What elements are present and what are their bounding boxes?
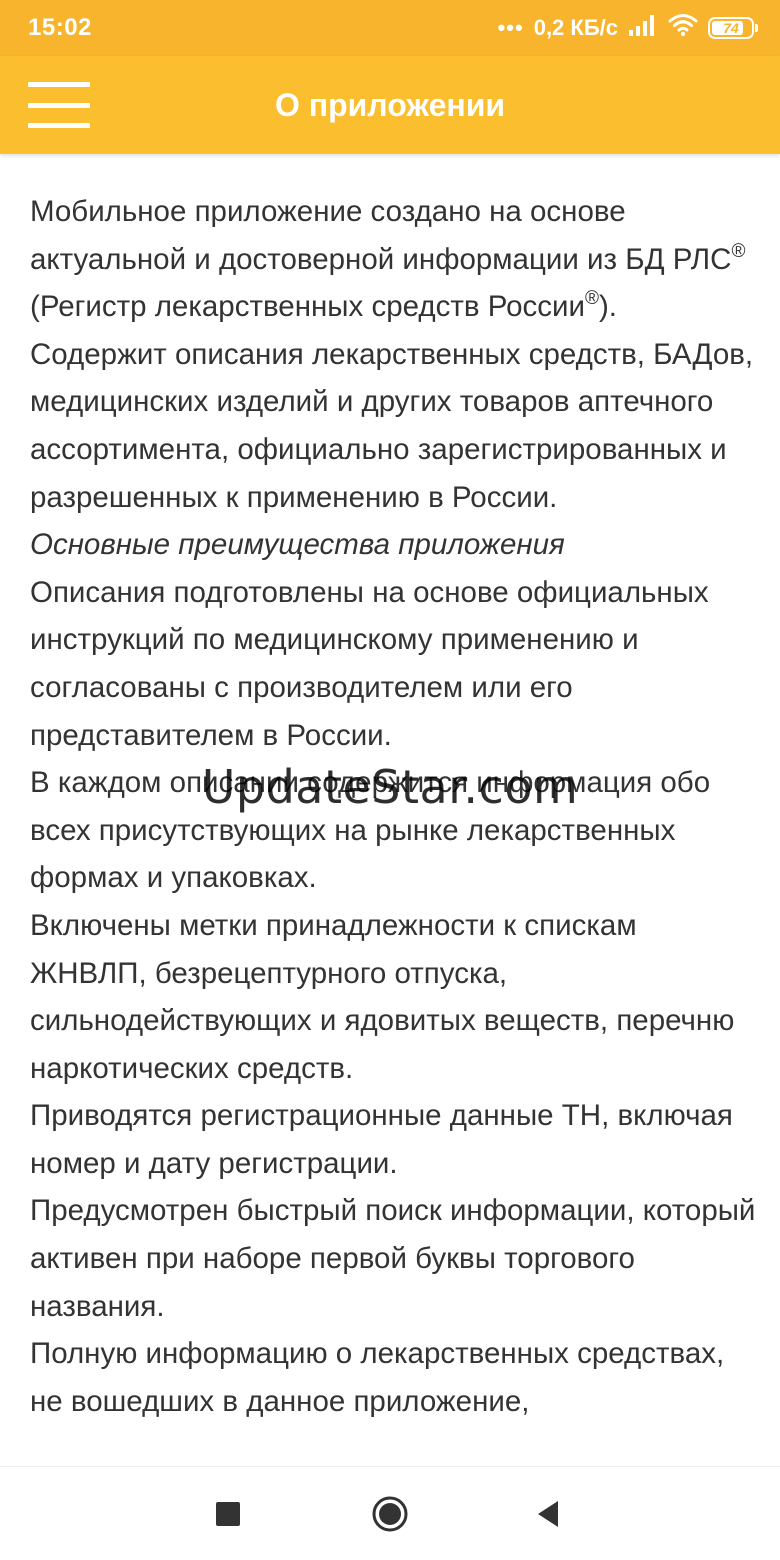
registered-mark: ® [731, 240, 746, 262]
intro-paragraph: Мобильное приложение создано на основе а… [30, 188, 760, 521]
page-title: О приложении [274, 87, 506, 123]
content-paragraph: Приводятся регистрационные данные ТН, вк… [30, 1099, 733, 1180]
app-bar: О приложении [0, 56, 780, 154]
menu-line [28, 123, 90, 128]
content-paragraph: Включены метки принадлежности к спискам … [30, 908, 735, 1085]
battery-level: 74 [723, 20, 739, 36]
intro-text-2: (Регистр лекарственных средств России [30, 290, 585, 324]
notification-dots: ••• [497, 15, 524, 40]
content-paragraph: В каждом описании содержится информация … [30, 766, 711, 895]
home-icon[interactable] [345, 1467, 435, 1560]
navigation-bar [0, 1466, 780, 1560]
status-time: 15:02 [28, 14, 92, 41]
content-paragraph: Полную информацию о лекарственных средст… [30, 1337, 725, 1418]
registered-mark: ® [584, 288, 599, 310]
menu-line [28, 82, 90, 87]
status-bar: 15:02 ••• 0,2 КБ/с 74 [0, 0, 780, 56]
intro-text-3: ). Содержит описания лекарственных средс… [30, 290, 754, 514]
content-paragraph: Описания подготовлены на основе официаль… [30, 575, 709, 752]
hamburger-menu-icon[interactable] [28, 82, 90, 128]
network-speed: 0,2 КБ/с [533, 15, 618, 40]
back-icon[interactable] [503, 1467, 593, 1560]
battery-icon: 74 [708, 17, 758, 39]
square-shape [216, 1502, 240, 1526]
battery-nub [755, 24, 758, 32]
intro-text-1: Мобильное приложение создано на основе а… [30, 195, 732, 276]
status-indicators: ••• 0,2 КБ/с 74 [497, 13, 758, 43]
signal-icon [628, 13, 658, 43]
advantages-heading: Основные преимущества приложения [30, 528, 565, 562]
recent-apps-icon[interactable] [183, 1467, 273, 1560]
content-paragraph: Предусмотрен быстрый поиск информации, к… [30, 1194, 756, 1323]
menu-line [28, 102, 90, 108]
wifi-icon [668, 13, 698, 43]
about-content[interactable]: Мобильное приложение создано на основе а… [30, 188, 760, 1470]
screen: 15:02 ••• 0,2 КБ/с 74 О приложении Мобил… [0, 0, 780, 1560]
